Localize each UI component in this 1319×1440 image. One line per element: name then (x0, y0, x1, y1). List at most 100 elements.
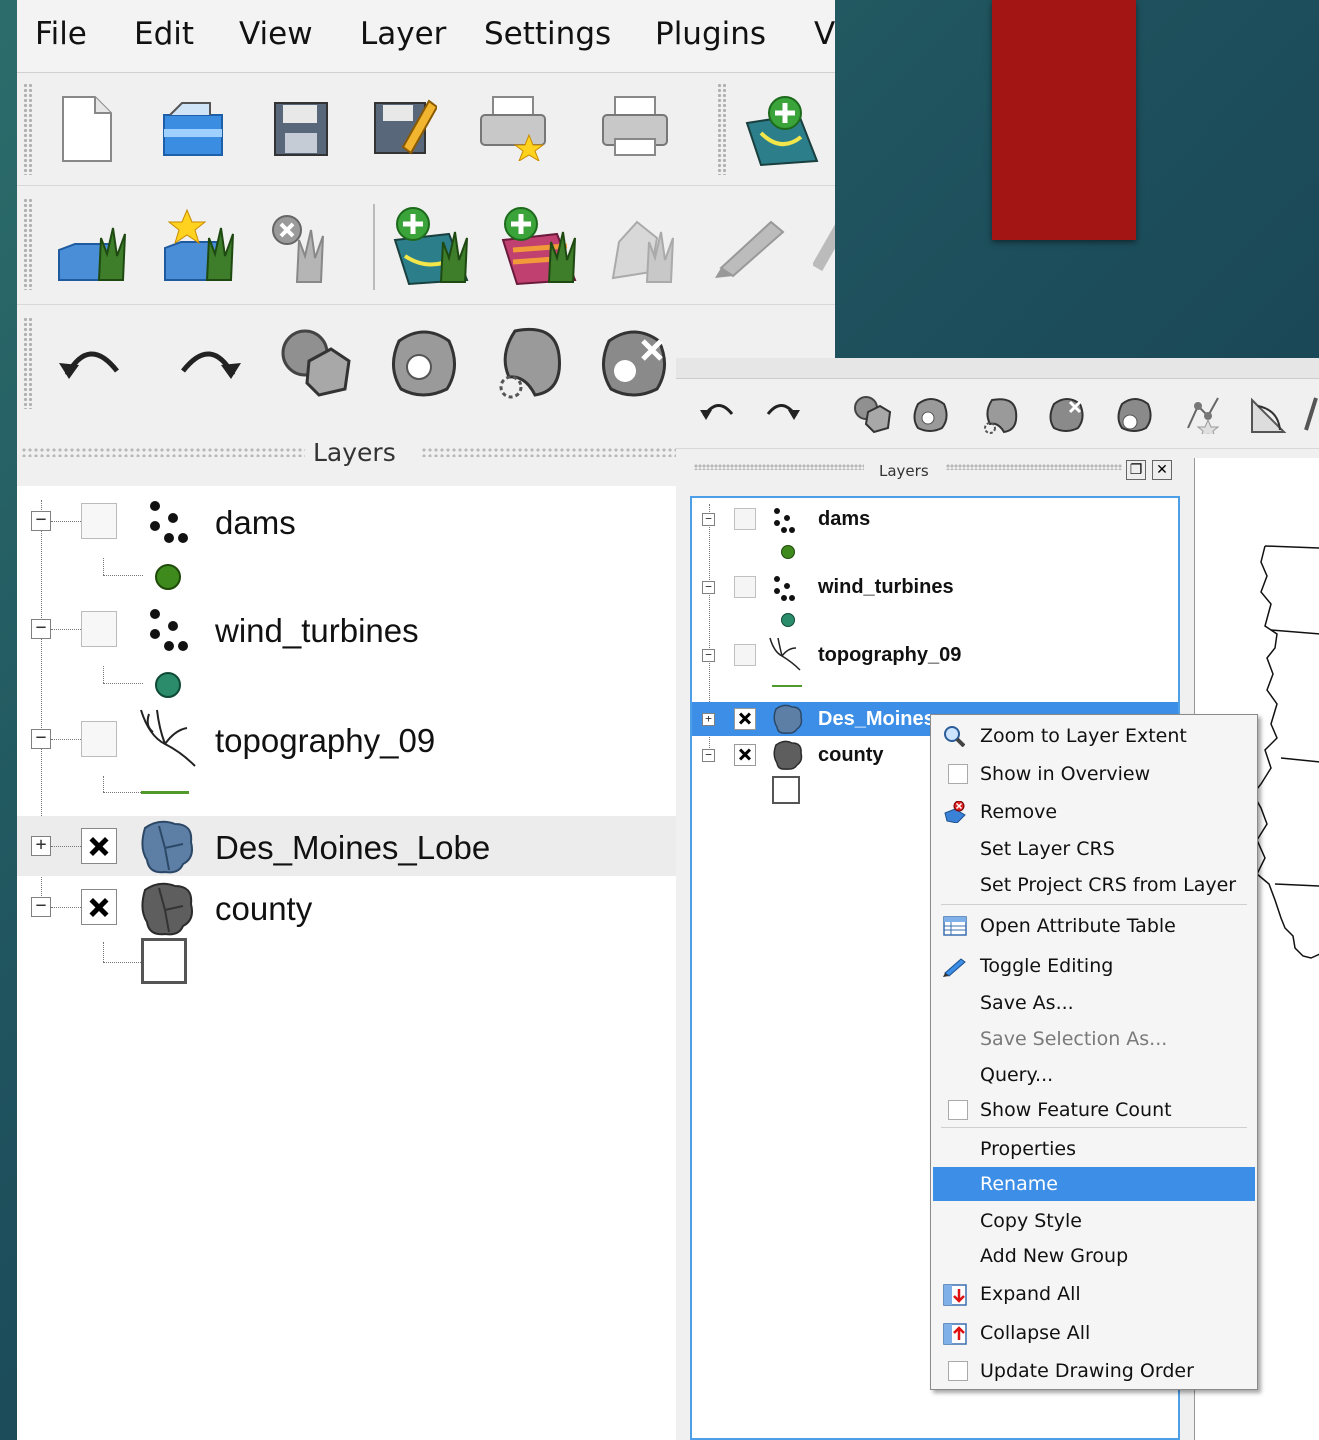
close-panel-button[interactable]: ✕ (1152, 460, 1172, 480)
menu-update-drawing-order[interactable]: Update Drawing Order (933, 1354, 1255, 1388)
new-print-composer-icon[interactable] (479, 95, 549, 165)
print-icon[interactable] (601, 95, 671, 165)
toolbar-grip[interactable] (717, 83, 727, 175)
rotate-feature-icon[interactable] (1248, 396, 1288, 440)
menu-remove[interactable]: Remove (933, 795, 1255, 829)
point-layer-icon (143, 496, 193, 550)
undo-icon[interactable] (59, 341, 123, 385)
menu-expand-all[interactable]: Expand All (933, 1277, 1255, 1311)
menu-show-in-overview[interactable]: Show in Overview (933, 757, 1255, 791)
reshape-icon[interactable] (495, 325, 565, 405)
add-ring-icon[interactable] (852, 394, 892, 438)
toolbar-grip[interactable] (23, 198, 33, 290)
tree-guide (51, 846, 81, 847)
add-wms-icon[interactable] (497, 206, 581, 290)
tree-guide (103, 575, 143, 576)
menu-copy-style[interactable]: Copy Style (933, 1204, 1255, 1238)
point-layer-icon (770, 574, 798, 606)
more-tools-icon[interactable] (1304, 394, 1318, 438)
delete-ring-icon[interactable] (599, 327, 675, 403)
toggle-edit-icon[interactable] (607, 212, 683, 288)
red-accent-rectangle (992, 0, 1136, 240)
pencil-icon (943, 955, 966, 977)
menu-set-project-crs[interactable]: Set Project CRS from Layer (933, 868, 1255, 902)
menu-properties[interactable]: Properties (933, 1132, 1255, 1166)
menu-label: Save Selection As... (980, 1028, 1168, 1050)
menu-file[interactable]: File (35, 16, 87, 52)
save-as-icon[interactable] (373, 95, 439, 161)
delete-ring-icon[interactable] (1048, 396, 1088, 438)
checkbox[interactable] (948, 764, 968, 784)
redo-icon[interactable] (177, 341, 241, 385)
menu-collapse-all[interactable]: Collapse All (933, 1316, 1255, 1350)
simplify-icon[interactable] (1184, 394, 1224, 440)
fill-ring-icon[interactable] (912, 396, 950, 438)
new-shapefile-icon[interactable] (55, 214, 131, 288)
layer-row-topography[interactable]: − topography_09 (692, 637, 1178, 672)
layer-visibility-checkbox[interactable] (81, 889, 117, 925)
menu-open-attribute-table[interactable]: Open Attribute Table (933, 909, 1255, 943)
layer-visibility-checkbox[interactable] (734, 744, 756, 766)
menu-query[interactable]: Query... (933, 1058, 1255, 1092)
menu-view[interactable]: View (239, 16, 313, 52)
menu-label: Open Attribute Table (980, 915, 1176, 937)
layer-visibility-checkbox[interactable] (734, 644, 756, 666)
menu-vector[interactable]: V (814, 16, 835, 52)
menu-save-as[interactable]: Save As... (933, 986, 1255, 1020)
expand-toggle[interactable]: + (31, 836, 51, 856)
layer-visibility-checkbox[interactable] (734, 576, 756, 598)
layer-row-dams[interactable]: − dams (692, 502, 1178, 536)
layer-visibility-checkbox[interactable] (734, 708, 756, 730)
layer-visibility-checkbox[interactable] (81, 828, 117, 864)
collapse-toggle[interactable]: − (31, 897, 51, 917)
layer-visibility-checkbox[interactable] (81, 503, 117, 539)
digitize-more-icon[interactable] (811, 216, 835, 284)
collapse-toggle[interactable]: − (702, 649, 715, 662)
menu-separator (941, 1127, 1247, 1128)
menu-edit[interactable]: Edit (134, 16, 194, 52)
menu-show-feature-count[interactable]: Show Feature Count (933, 1093, 1255, 1127)
float-panel-button[interactable]: ❐ (1126, 460, 1146, 480)
toolbar-grip[interactable] (23, 317, 33, 409)
checkbox[interactable] (948, 1361, 968, 1381)
new-spatialite-icon[interactable] (161, 208, 241, 288)
layer-row-wind-turbines[interactable]: − wind_turbines (692, 570, 1178, 604)
add-vector-layer-icon[interactable] (741, 93, 821, 171)
line-layer-icon (766, 636, 802, 676)
redo-icon[interactable] (764, 398, 800, 424)
menu-toggle-editing[interactable]: Toggle Editing (933, 949, 1255, 983)
collapse-toggle[interactable]: − (702, 513, 715, 526)
menu-add-new-group[interactable]: Add New Group (933, 1239, 1255, 1273)
polygon-layer-icon (772, 739, 804, 775)
undo-icon[interactable] (700, 398, 736, 424)
layer-visibility-checkbox[interactable] (734, 508, 756, 530)
toolbar-grip[interactable] (23, 83, 33, 175)
digitize-icon[interactable] (711, 216, 791, 284)
add-raster-icon[interactable] (389, 206, 473, 290)
menu-layer[interactable]: Layer (360, 16, 446, 52)
menu-plugins[interactable]: Plugins (655, 16, 766, 52)
add-ring-icon[interactable] (279, 325, 355, 403)
delete-part-icon[interactable] (1116, 396, 1156, 438)
menu-rename[interactable]: Rename (933, 1167, 1255, 1201)
collapse-toggle[interactable]: − (702, 749, 715, 762)
reshape-icon[interactable] (982, 396, 1020, 440)
collapse-toggle[interactable]: − (31, 619, 51, 639)
menu-set-layer-crs[interactable]: Set Layer CRS (933, 832, 1255, 866)
menu-zoom-to-layer-extent[interactable]: Zoom to Layer Extent (933, 719, 1255, 753)
layer-visibility-checkbox[interactable] (81, 611, 117, 647)
layer-visibility-checkbox[interactable] (81, 721, 117, 757)
fill-ring-icon[interactable] (389, 327, 459, 403)
collapse-toggle[interactable]: − (702, 581, 715, 594)
checkbox[interactable] (948, 1100, 968, 1120)
open-project-icon[interactable] (162, 99, 226, 163)
expand-toggle[interactable]: + (702, 713, 715, 726)
remove-layer-icon[interactable] (267, 212, 343, 288)
new-project-icon[interactable] (59, 95, 113, 167)
toolbar-strip (676, 358, 1319, 379)
menu-label: Update Drawing Order (980, 1360, 1194, 1382)
save-project-icon[interactable] (273, 101, 329, 161)
menu-settings[interactable]: Settings (484, 16, 611, 52)
collapse-toggle[interactable]: − (31, 511, 51, 531)
collapse-toggle[interactable]: − (31, 729, 51, 749)
